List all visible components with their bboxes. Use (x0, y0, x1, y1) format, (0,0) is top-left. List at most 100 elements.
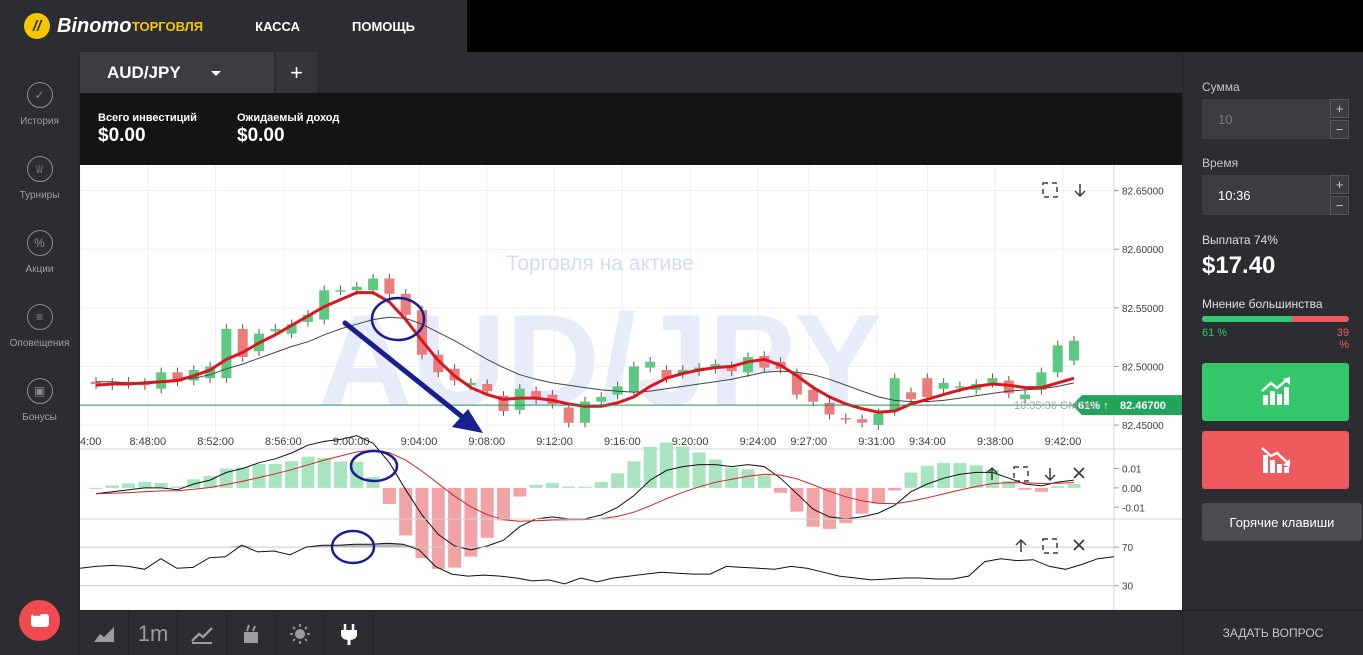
total-investments-value: $0.00 (98, 125, 146, 146)
price-chart[interactable]: AUD/JPY Торговля на активе 82.65000 82.60… (80, 165, 1182, 610)
payout-value: $17.40 (1202, 252, 1276, 279)
indicators-button[interactable] (325, 611, 374, 655)
expected-income: Ожидаемый доход $0.00 (237, 112, 339, 147)
macd-histogram-bar (594, 482, 608, 488)
macd-histogram-bar (643, 446, 657, 488)
candle-body (270, 328, 281, 332)
drawing-tools-button[interactable] (178, 611, 227, 655)
trophy-icon: ♕ (26, 156, 53, 182)
price-tag-time: 10:35:36 GMT+3 (1014, 400, 1097, 412)
candle-body (857, 419, 868, 423)
amount-increase-button[interactable]: + (1330, 99, 1349, 118)
candle-body (906, 392, 916, 400)
macd-histogram-bar (774, 487, 788, 493)
rsi-tick-label: 70 (1122, 543, 1134, 554)
rsi-axis: 70 30 (1114, 543, 1134, 593)
amount-input[interactable]: 10 (1202, 99, 1331, 139)
gift-icon: ▣ (26, 378, 53, 404)
chart-canvas[interactable]: AUD/JPY Торговля на активе 82.6500082.60… (80, 165, 1182, 610)
time-decrease-button[interactable]: − (1330, 196, 1349, 215)
macd-histogram-bar (399, 487, 413, 536)
time-tick-label: 8:48:00 (129, 436, 166, 448)
macd-histogram-bar (888, 487, 902, 491)
price-tick-label: 82.45000 (1122, 421, 1164, 432)
sun-icon (290, 623, 310, 644)
macd-histogram-bar (1034, 487, 1048, 492)
total-investments-label: Всего инвестиций (98, 112, 197, 124)
time-tick-label: 9:24:00 (740, 436, 777, 448)
majority-bar (1202, 316, 1349, 322)
macd-histogram-bar (741, 469, 755, 488)
macd-histogram-bar (89, 487, 103, 489)
candle-body (840, 418, 851, 420)
macd-histogram-bar (464, 487, 478, 557)
trade-up-button[interactable] (1202, 363, 1349, 421)
left-sidebar: ✓ История ♕ Турниры % Акции ≡ Оповещения… (0, 52, 79, 655)
logo-icon: // (24, 13, 50, 39)
investment-summary: Всего инвестиций $0.00 Ожидаемый доход $… (80, 93, 1182, 165)
caret-down-icon (211, 71, 221, 76)
macd-histogram-bar (578, 486, 592, 488)
nav-trading[interactable]: ТОРГОВЛЯ (132, 19, 203, 34)
brand-logo[interactable]: // Binomo (24, 13, 132, 39)
trade-down-button[interactable] (1202, 431, 1349, 489)
add-asset-button[interactable]: + (276, 52, 317, 93)
macd-histogram-bar (285, 461, 299, 488)
tools-button[interactable] (227, 611, 276, 655)
macd-histogram-bar (969, 465, 983, 488)
time-increase-button[interactable]: + (1330, 175, 1349, 194)
amount-decrease-button[interactable]: − (1330, 120, 1349, 139)
time-input[interactable]: 10:36 (1202, 175, 1331, 215)
expected-income-value: $0.00 (237, 125, 285, 146)
macd-histogram-bar (317, 457, 331, 488)
sidebar-item-bonuses[interactable]: ▣ Бонусы (0, 378, 79, 423)
asset-selector[interactable]: AUD/JPY (80, 52, 274, 93)
macd-histogram-bar (105, 485, 119, 488)
brush-tools-icon (244, 624, 258, 643)
macd-histogram-bar (448, 487, 462, 568)
macd-histogram-bar (122, 483, 136, 488)
macd-histogram-bar (252, 464, 266, 488)
macd-histogram-bar (692, 452, 706, 488)
candle-body (596, 396, 607, 402)
macd-histogram-bar (611, 473, 625, 488)
line-chart-icon (191, 626, 213, 644)
candle-body (808, 389, 819, 402)
brand-name: Binomo (57, 14, 132, 37)
ask-question-button[interactable]: ЗАДАТЬ ВОПРОС (1182, 610, 1363, 655)
majority-label: Мнение большинства (1202, 297, 1323, 311)
macd-tick-label: -0.01 (1122, 503, 1145, 514)
candle-body (645, 361, 656, 368)
macd-histogram-bar (1051, 486, 1065, 488)
candle-body (1020, 394, 1031, 400)
macd-histogram-bar (920, 465, 934, 488)
top-bar: // Binomo ТОРГОВЛЯ КАССА ПОМОЩЬ (0, 0, 467, 52)
macd-histogram-bar (660, 442, 673, 488)
expected-income-label: Ожидаемый доход (237, 112, 340, 124)
main-nav: ТОРГОВЛЯ КАССА ПОМОЩЬ (132, 19, 467, 34)
chat-bubble-icon (30, 610, 49, 627)
sidebar-item-label: Акции (25, 264, 54, 275)
chat-button[interactable] (19, 600, 60, 641)
candle-body (384, 278, 395, 294)
nav-help[interactable]: ПОМОЩЬ (352, 19, 415, 34)
time-tick-label: 9:42:00 (1045, 436, 1082, 448)
chart-type-button[interactable] (80, 611, 129, 655)
time-tick-label: 9:16:00 (604, 436, 641, 448)
time-tick-label: 9:04:00 (401, 436, 438, 448)
nav-cashier[interactable]: КАССА (255, 19, 300, 34)
candle-body (1069, 340, 1079, 361)
sidebar-item-promotions[interactable]: % Акции (0, 230, 79, 275)
time-tick-label: 4:00 (80, 436, 101, 448)
asset-tab-bar: AUD/JPY + (80, 52, 1182, 93)
candle-body (335, 290, 346, 292)
timeframe-button[interactable]: 1m (129, 611, 178, 655)
candle-body (221, 328, 232, 379)
theme-button[interactable] (276, 611, 325, 655)
macd-histogram-bar (268, 463, 282, 488)
hotkeys-button[interactable]: Горячие клавиши (1202, 503, 1362, 541)
sidebar-item-history[interactable]: ✓ История (0, 82, 79, 127)
macd-histogram-bar (497, 487, 510, 521)
sidebar-item-notifications[interactable]: ≡ Оповещения (0, 304, 79, 349)
sidebar-item-tournaments[interactable]: ♕ Турниры (0, 156, 79, 201)
